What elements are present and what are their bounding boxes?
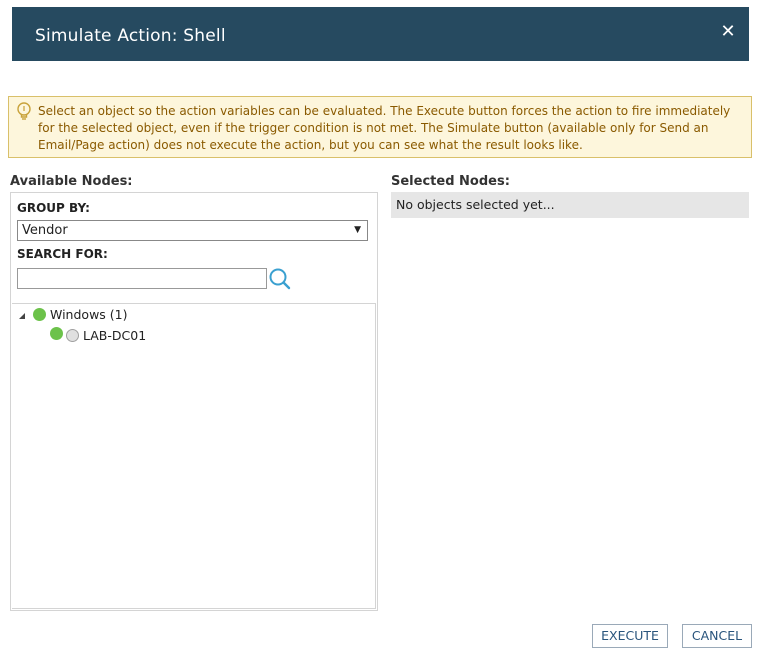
dialog-title: Simulate Action: Shell [35,26,226,46]
available-nodes-panel: GROUP BY: Vendor ▼ SEARCH FOR: Windows (… [10,192,378,611]
group-by-select[interactable]: Vendor ▼ [17,220,368,241]
execute-button[interactable]: EXECUTE [592,624,668,648]
node-select-radio[interactable] [66,329,79,342]
expand-collapse-icon[interactable] [19,313,25,319]
info-hint: Select an object so the action variables… [8,96,752,158]
tree-group-label: Windows (1) [50,307,128,322]
dropdown-arrow-icon: ▼ [354,225,361,235]
available-nodes-heading: Available Nodes: [10,174,133,189]
status-up-icon [50,327,63,340]
tree-item-label: LAB-DC01 [83,328,147,343]
hint-text: Select an object so the action variables… [38,104,731,152]
lightbulb-icon [17,102,31,120]
selected-nodes-list: No objects selected yet... [391,192,749,218]
cancel-button[interactable]: CANCEL [682,624,752,648]
tree-item-lab-dc01[interactable]: LAB-DC01 [12,327,372,347]
search-icon[interactable] [268,267,292,291]
node-tree: Windows (1) LAB-DC01 [12,303,376,609]
search-input[interactable] [17,268,267,289]
group-by-value: Vendor [22,223,68,238]
group-by-label: GROUP BY: [17,201,90,215]
selected-nodes-heading: Selected Nodes: [391,174,510,189]
search-for-label: SEARCH FOR: [17,247,108,261]
selected-empty-text: No objects selected yet... [396,197,555,212]
dialog-titlebar: Simulate Action: Shell ✕ [12,7,749,61]
status-up-icon [33,308,46,321]
close-icon[interactable]: ✕ [719,23,737,41]
tree-group-windows[interactable]: Windows (1) [12,306,372,326]
